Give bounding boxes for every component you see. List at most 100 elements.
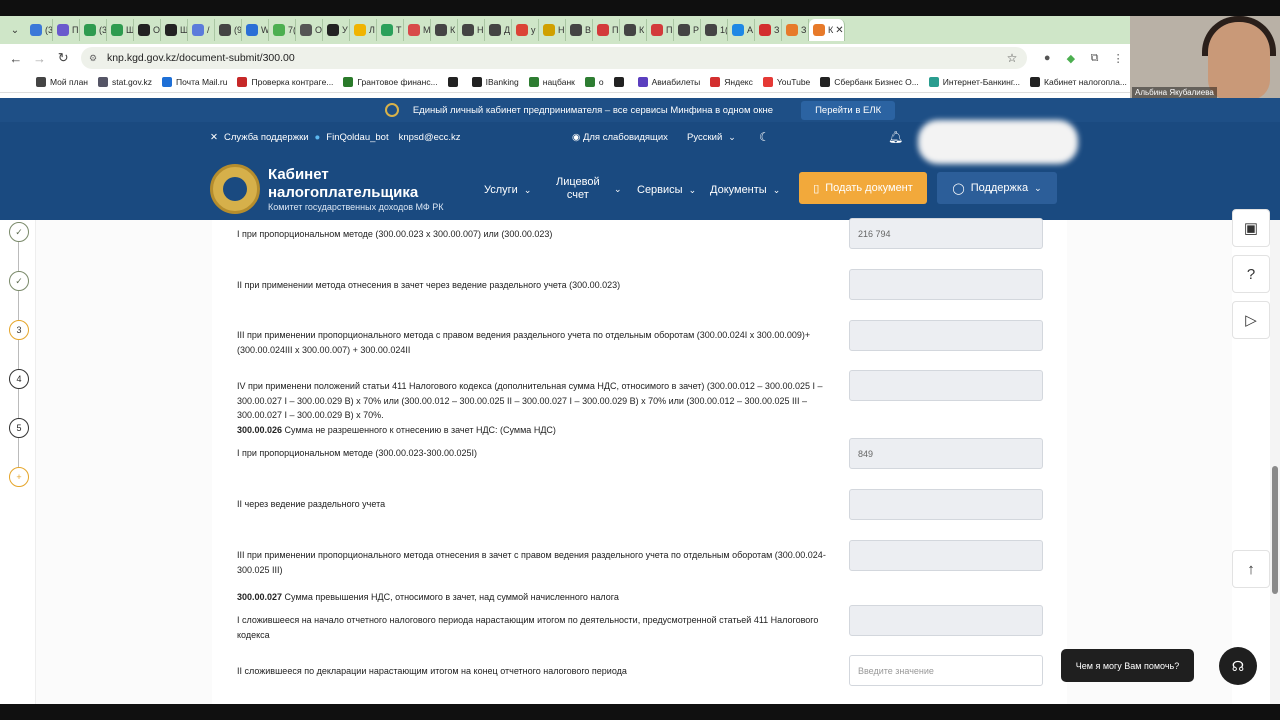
step-5[interactable]: 5 [9,418,29,438]
tab-search-chevron-icon[interactable]: ⌄ [4,19,26,41]
bookmark-item[interactable]: Кабинет налогопла... [1030,77,1127,87]
tab-close-icon[interactable]: ✕ [835,25,843,36]
bookmark-item[interactable]: Почта Mail.ru [162,77,227,87]
step-2-check-icon[interactable]: ✓ [9,271,29,291]
value-field-row2[interactable] [849,269,1043,300]
browser-tab[interactable]: Ш [107,19,134,41]
browser-tab[interactable]: у [512,19,539,41]
site-info-icon[interactable]: ⚙ [89,53,101,64]
browser-tab[interactable]: П [647,19,674,41]
step-1-check-icon[interactable]: ✓ [9,222,29,242]
accessibility-link[interactable]: ◉ Для слабовидящих [572,132,668,143]
dark-mode-icon[interactable]: ☾ [759,130,770,144]
value-input-row11[interactable]: Введите значение [849,655,1043,686]
menu-account[interactable]: Лицевой счет [556,176,600,202]
browser-tab[interactable]: W [242,19,269,41]
reload-icon[interactable]: ↻ [51,50,75,66]
kgd-logo[interactable] [210,164,260,214]
bookmark-item[interactable]: о [584,77,604,87]
browser-tab[interactable]: Л [350,19,377,41]
browser-tab[interactable]: В [566,19,593,41]
support-email-link[interactable]: knpsd@ecc.kz [399,132,461,143]
browser-tab[interactable]: П [53,19,80,41]
browser-tab[interactable]: З [782,19,809,41]
bookmark-item[interactable]: Грантовое финанс... [343,77,438,87]
browser-tab[interactable]: У [323,19,350,41]
chat-headset-icon[interactable]: ☊ [1219,647,1257,685]
url-input[interactable]: ⚙ knp.kgd.gov.kz/document-submit/300.00 … [80,47,1028,69]
browser-tab[interactable]: К ✕ [809,19,845,41]
bookmark-item[interactable]: Яндекс [710,77,753,87]
browser-tab[interactable]: З [755,19,782,41]
submit-document-button[interactable]: ▯ Подать документ [799,172,927,204]
browser-tab[interactable]: К [431,19,458,41]
chat-prompt[interactable]: Чем я могу Вам помочь? [1061,649,1194,682]
tab-favicon-icon [57,24,69,36]
browser-tab[interactable]: П [593,19,620,41]
forward-icon[interactable]: → [28,51,52,66]
bookmark-item[interactable]: Мой план [36,77,88,87]
menu-services2[interactable]: Сервисы ⌄ [637,184,696,196]
browser-tab[interactable]: Д [485,19,512,41]
step-3[interactable]: 3 [9,320,29,340]
browser-tab[interactable]: / [188,19,215,41]
scrollbar-thumb[interactable] [1272,466,1278,594]
tab-title: О [315,25,323,35]
browser-tab[interactable]: О [134,19,161,41]
bookmark-item[interactable]: Сбербанк Бизнес О... [820,77,919,87]
value-field-row6[interactable]: 849 [849,438,1043,469]
value-field-row1[interactable]: 216 794 [849,218,1043,249]
bookmark-item[interactable]: IBanking [471,77,519,87]
support-button[interactable]: ◯ Поддержка ⌄ [937,172,1057,204]
browser-tab[interactable]: Ш [161,19,188,41]
browser-tab[interactable]: 1( [701,19,728,41]
help-icon[interactable]: ? [1232,255,1270,293]
bookmark-star-icon[interactable]: ☆ [1007,51,1018,65]
browser-tab[interactable]: (9 [215,19,242,41]
value-field-row8[interactable] [849,540,1043,571]
back-icon[interactable]: ← [4,51,28,66]
browser-tab[interactable]: (3 [26,19,53,41]
bookmark-item[interactable]: YouTube [762,77,810,87]
tab-title: 7( [288,25,296,35]
bookmark-item[interactable]: Интернет-Банкинг... [928,77,1020,87]
browser-tab[interactable]: К [620,19,647,41]
extension-icon-2[interactable]: ◆ [1059,52,1083,65]
step-4[interactable]: 4 [9,369,29,389]
browser-tab[interactable]: (3 [80,19,107,41]
value-field-row3[interactable] [849,320,1043,351]
bookmark-item[interactable] [447,77,462,87]
bookmark-item[interactable]: Проверка контрагe... [237,77,333,87]
browser-tab[interactable]: Н [458,19,485,41]
bookmark-item[interactable]: нацбанк [528,77,575,87]
telegram-bot-link[interactable]: FinQoldau_bot [326,132,388,143]
value-field-row4[interactable] [849,370,1043,401]
bookmark-item[interactable] [613,77,628,87]
play-icon[interactable]: ▷ [1232,301,1270,339]
bookmark-item[interactable]: Авиабилеты [637,77,700,87]
browser-tab[interactable]: М [404,19,431,41]
save-icon[interactable]: ▣ [1232,209,1270,247]
extensions-puzzle-icon[interactable]: ⧉ [1083,52,1107,65]
value-field-row7[interactable] [849,489,1043,520]
support-service-link[interactable]: Служба поддержки [224,132,309,143]
chevron-down-icon[interactable]: ⌄ [614,184,622,195]
page-scrollbar[interactable] [1270,220,1280,704]
go-to-elk-button[interactable]: Перейти в ЕЛК [801,100,896,120]
browser-tab[interactable]: Р [674,19,701,41]
browser-tab[interactable]: А [728,19,755,41]
browser-menu-icon[interactable]: ⋮ [1106,52,1130,65]
browser-tab[interactable]: Н [539,19,566,41]
language-select[interactable]: Русский ⌄ [687,132,736,143]
bookmark-item[interactable]: stat.gov.kz [98,77,152,87]
notification-bell-icon[interactable]: 🔔︎ [888,130,903,144]
value-field-row10[interactable] [849,605,1043,636]
step-add-icon[interactable]: + [9,467,29,487]
menu-services[interactable]: Услуги ⌄ [484,184,531,196]
menu-documents[interactable]: Документы ⌄ [710,184,780,196]
scroll-top-icon[interactable]: ↑ [1232,550,1270,588]
extension-icon-1[interactable]: ● [1035,52,1059,64]
browser-tab[interactable]: 7( [269,19,296,41]
browser-tab[interactable]: Т [377,19,404,41]
browser-tab[interactable]: О [296,19,323,41]
